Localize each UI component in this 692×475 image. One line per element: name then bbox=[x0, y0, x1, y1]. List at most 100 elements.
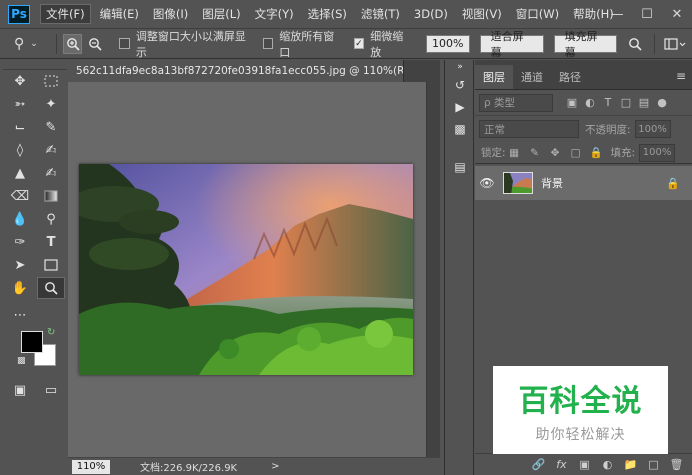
menu-image[interactable]: 图像(I) bbox=[148, 4, 193, 24]
menu-type[interactable]: 文字(Y) bbox=[250, 4, 299, 24]
panel-menu-icon[interactable]: ≡ bbox=[676, 69, 686, 83]
menu-edit[interactable]: 编辑(E) bbox=[95, 4, 144, 24]
pixel-filter-icon[interactable]: ▣ bbox=[563, 96, 581, 109]
screen-mode-icon[interactable]: ▭ bbox=[37, 379, 65, 401]
type-tool-icon[interactable]: T bbox=[37, 231, 65, 253]
clone-stamp-tool-icon[interactable]: ▲ bbox=[6, 162, 34, 184]
default-colors-icon[interactable]: ▩ bbox=[17, 356, 26, 366]
dodge-tool-icon[interactable]: ⚲ bbox=[37, 208, 65, 230]
filter-toggle-icon[interactable]: ● bbox=[653, 96, 671, 109]
smart-object-filter-icon[interactable]: ▤ bbox=[635, 96, 653, 109]
fill-screen-button[interactable]: 填充屏幕 bbox=[553, 30, 618, 59]
toolbox-header[interactable] bbox=[3, 60, 67, 70]
collapsed-panel-dock: » ↺ ▶ ▩ ▤ bbox=[444, 60, 474, 475]
magnifier-icon: ⚲ bbox=[14, 35, 25, 52]
menu-view[interactable]: 视图(V) bbox=[457, 4, 507, 24]
menu-3d[interactable]: 3D(D) bbox=[409, 4, 453, 24]
hand-tool-icon[interactable]: ✋ bbox=[6, 277, 34, 299]
vertical-scrollbar[interactable] bbox=[426, 82, 440, 457]
canvas-area[interactable] bbox=[68, 82, 426, 457]
pen-tool-icon[interactable]: ✑ bbox=[6, 231, 34, 253]
zoom-tool-preset-picker[interactable]: ⚲ ⌄ bbox=[14, 33, 50, 55]
workspace-icon bbox=[664, 37, 686, 50]
menu-file[interactable]: 文件(F) bbox=[40, 4, 91, 24]
menu-layer[interactable]: 图层(L) bbox=[197, 4, 245, 24]
lock-pixels-icon[interactable]: ✎ bbox=[526, 147, 543, 159]
history-panel-icon[interactable]: ↺ bbox=[445, 74, 475, 96]
dock-collapse-icon[interactable]: » bbox=[445, 60, 475, 74]
zoom-tool-icon[interactable] bbox=[37, 277, 65, 299]
minimize-button[interactable]: — bbox=[602, 4, 632, 26]
tab-paths[interactable]: 路径 bbox=[551, 65, 589, 89]
blend-row: 正常 不透明度: 100% bbox=[475, 116, 692, 142]
close-button[interactable]: ✕ bbox=[662, 4, 692, 26]
opacity-field[interactable]: 100% bbox=[634, 120, 671, 138]
photoshop-logo: Ps bbox=[8, 4, 30, 24]
resize-windows-checkbox[interactable]: 调整窗口大小以满屏显示 bbox=[119, 28, 250, 60]
marquee-tool-icon[interactable] bbox=[37, 70, 65, 92]
magic-wand-tool-icon[interactable]: ✦ bbox=[37, 93, 65, 115]
add-mask-icon[interactable]: ▣ bbox=[573, 458, 596, 471]
checkbox-box bbox=[119, 38, 130, 49]
crop-tool-icon[interactable]: ⌙ bbox=[6, 116, 34, 138]
layer-style-icon[interactable]: fx bbox=[550, 458, 573, 471]
zoom-out-button[interactable] bbox=[85, 34, 104, 54]
fill-field[interactable]: 100% bbox=[639, 143, 676, 162]
filter-type-select[interactable]: ρ 类型 bbox=[479, 93, 553, 112]
zoom-percent-field[interactable]: 100% bbox=[425, 34, 470, 53]
brush-tool-icon[interactable]: ✍ bbox=[37, 139, 65, 161]
swap-colors-icon[interactable]: ↻ bbox=[47, 327, 55, 338]
menu-window[interactable]: 窗口(W) bbox=[511, 4, 564, 24]
status-zoom-field[interactable]: 110% bbox=[72, 459, 110, 474]
lock-transparency-icon[interactable]: ▦ bbox=[506, 147, 523, 159]
new-layer-icon[interactable]: □ bbox=[642, 458, 665, 471]
status-menu-arrow[interactable]: > bbox=[271, 461, 279, 472]
more-tools-icon[interactable]: ⋯ bbox=[6, 304, 34, 326]
adjustment-layer-icon[interactable]: ◐ bbox=[596, 458, 619, 471]
layer-row[interactable]: 👁 背景 🔒 bbox=[475, 166, 692, 200]
menu-select[interactable]: 选择(S) bbox=[303, 4, 352, 24]
new-group-icon[interactable]: 📁 bbox=[619, 458, 642, 471]
shape-filter-icon[interactable]: □ bbox=[617, 96, 635, 109]
lock-position-icon[interactable]: ✥ bbox=[547, 147, 564, 159]
foreground-color-swatch[interactable] bbox=[21, 331, 43, 353]
3d-panel-icon[interactable]: ▩ bbox=[445, 118, 475, 140]
delete-layer-icon[interactable]: 🗑 bbox=[665, 458, 688, 471]
document-image[interactable] bbox=[79, 164, 413, 375]
options-bar: ⚲ ⌄ 调整窗口大小以满屏显示 缩放所有窗口 ✓ 细微缩放 100% 适合屏幕 … bbox=[0, 29, 692, 59]
lock-artboard-icon[interactable]: □ bbox=[567, 147, 584, 159]
maximize-button[interactable]: ☐ bbox=[632, 4, 662, 26]
type-filter-icon[interactable]: T bbox=[599, 96, 617, 109]
fit-screen-button[interactable]: 适合屏幕 bbox=[479, 30, 544, 59]
search-button[interactable] bbox=[625, 34, 644, 54]
lasso-tool-icon[interactable]: ➳ bbox=[6, 93, 34, 115]
lock-all-icon[interactable]: 🔒 bbox=[588, 146, 605, 159]
quick-mask-icon[interactable]: ▣ bbox=[6, 379, 34, 401]
history-brush-tool-icon[interactable]: ✍ bbox=[37, 162, 65, 184]
adjustment-filter-icon[interactable]: ◐ bbox=[581, 96, 599, 109]
move-tool-icon[interactable]: ✥ bbox=[6, 70, 34, 92]
zoom-in-button[interactable] bbox=[63, 33, 83, 54]
workspace-switcher[interactable] bbox=[660, 34, 689, 54]
actions-panel-icon[interactable]: ▶ bbox=[445, 96, 475, 118]
document-tab-bar: 562c11dfa9ec8a13bf872720fe03918fa1ecc055… bbox=[68, 60, 440, 82]
eye-icon[interactable]: 👁 bbox=[475, 176, 499, 190]
blur-tool-icon[interactable]: 💧 bbox=[6, 208, 34, 230]
zoom-out-icon bbox=[88, 37, 102, 51]
eyedropper-tool-icon[interactable]: ✎ bbox=[37, 116, 65, 138]
link-layers-icon[interactable]: 🔗 bbox=[527, 458, 550, 471]
scrubby-zoom-checkbox[interactable]: ✓ 细微缩放 bbox=[353, 28, 412, 60]
path-selection-tool-icon[interactable]: ➤ bbox=[6, 254, 34, 276]
rectangle-tool-icon[interactable] bbox=[37, 254, 65, 276]
eraser-tool-icon[interactable]: ⌫ bbox=[6, 185, 34, 207]
filter-icons: ▣ ◐ T □ ▤ ● bbox=[563, 96, 671, 109]
zoom-all-windows-checkbox[interactable]: 缩放所有窗口 bbox=[262, 28, 342, 60]
healing-brush-tool-icon[interactable]: ◊ bbox=[6, 139, 34, 161]
tab-channels[interactable]: 通道 bbox=[513, 65, 551, 89]
libraries-panel-icon[interactable]: ▤ bbox=[445, 156, 475, 178]
menu-filter[interactable]: 滤镜(T) bbox=[356, 4, 405, 24]
document-tab[interactable]: 562c11dfa9ec8a13bf872720fe03918fa1ecc055… bbox=[68, 60, 404, 82]
gradient-tool-icon[interactable] bbox=[37, 185, 65, 207]
blend-mode-select[interactable]: 正常 bbox=[479, 120, 579, 138]
tab-layers[interactable]: 图层 bbox=[475, 65, 513, 89]
